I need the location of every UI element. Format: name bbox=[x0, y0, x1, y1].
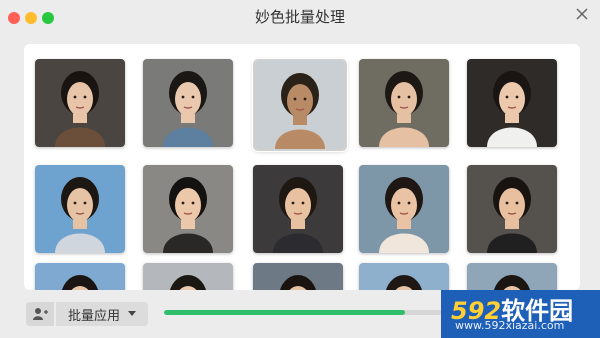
progress-fill bbox=[164, 310, 405, 315]
portrait-image bbox=[359, 165, 449, 253]
photo-thumbnail[interactable] bbox=[359, 263, 449, 290]
photo-thumbnail[interactable] bbox=[467, 59, 557, 147]
photo-thumbnail[interactable] bbox=[467, 263, 557, 290]
portrait-image bbox=[255, 61, 345, 149]
portrait-image bbox=[143, 263, 233, 290]
photo-thumbnail[interactable] bbox=[359, 165, 449, 253]
image-gallery-panel bbox=[24, 44, 580, 290]
add-person-icon bbox=[33, 308, 48, 320]
photo-thumbnail[interactable] bbox=[35, 165, 125, 253]
watermark-url: www.592xiazai.com bbox=[455, 319, 565, 332]
photo-thumbnail[interactable] bbox=[359, 59, 449, 147]
photo-thumbnail[interactable] bbox=[253, 165, 343, 253]
portrait-image bbox=[467, 263, 557, 290]
portrait-image bbox=[35, 165, 125, 253]
photo-thumbnail[interactable] bbox=[253, 59, 347, 151]
portrait-image bbox=[253, 263, 343, 290]
title-bar: 妙色批量处理 bbox=[0, 0, 600, 34]
portrait-image bbox=[35, 263, 125, 290]
add-person-button[interactable] bbox=[26, 302, 54, 326]
photo-thumbnail[interactable] bbox=[143, 59, 233, 147]
photo-thumbnail[interactable] bbox=[143, 263, 233, 290]
photo-thumbnail[interactable] bbox=[35, 59, 125, 147]
batch-apply-label: 批量应用 bbox=[67, 308, 120, 324]
portrait-image bbox=[467, 165, 557, 253]
photo-thumbnail[interactable] bbox=[253, 263, 343, 290]
photo-thumbnail[interactable] bbox=[35, 263, 125, 290]
photo-thumbnail[interactable] bbox=[143, 165, 233, 253]
site-watermark: 592软件园 www.592xiazai.com bbox=[441, 290, 600, 338]
window-title: 妙色批量处理 bbox=[254, 8, 345, 26]
chevron-down-icon bbox=[128, 311, 136, 316]
close-icon[interactable] bbox=[574, 6, 590, 22]
portrait-image bbox=[143, 165, 233, 253]
progress-bar bbox=[164, 310, 444, 315]
portrait-image bbox=[467, 59, 557, 147]
portrait-image bbox=[143, 59, 233, 147]
portrait-image bbox=[359, 59, 449, 147]
portrait-image bbox=[253, 165, 343, 253]
portrait-image bbox=[359, 263, 449, 290]
portrait-image bbox=[35, 59, 125, 147]
batch-apply-button[interactable]: 批量应用 bbox=[56, 302, 148, 326]
batch-process-window: 妙色批量处理 批量应用 592软件园 www.592xiazai.com bbox=[0, 0, 600, 338]
photo-thumbnail[interactable] bbox=[467, 165, 557, 253]
